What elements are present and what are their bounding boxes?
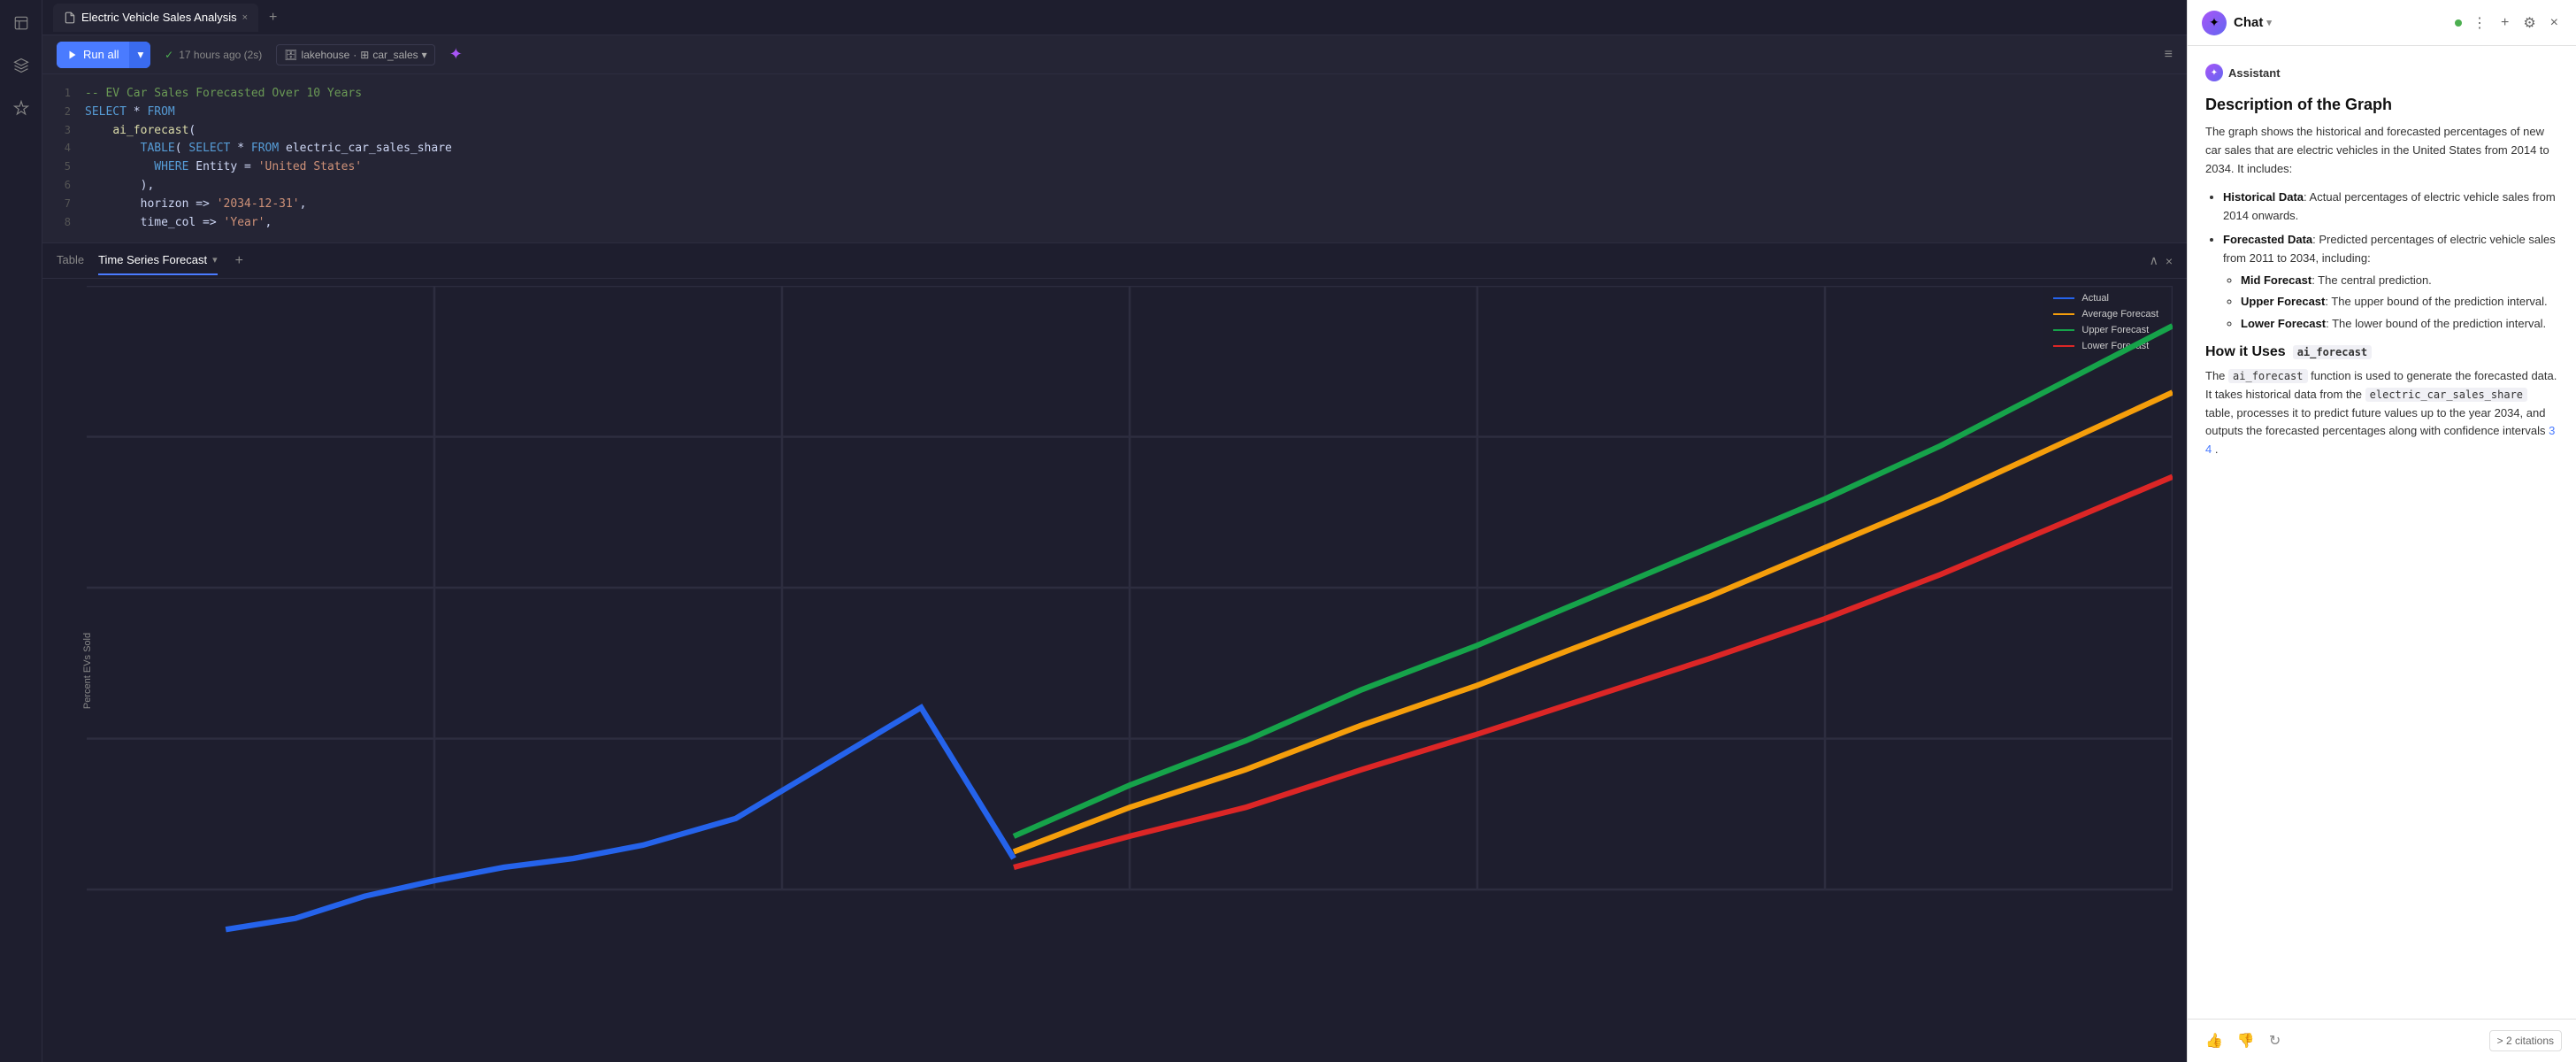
sparkle-button[interactable]: ✦ [449, 45, 463, 64]
chat-footer-left: 👍 👎 ↻ [2202, 1028, 2284, 1053]
toolbar-right: ≡ [2165, 47, 2173, 63]
code-line-1: 1 -- EV Car Sales Forecasted Over 10 Yea… [42, 85, 2187, 104]
tab-ev-analysis[interactable]: Electric Vehicle Sales Analysis × [53, 4, 258, 32]
output-panel: Table Time Series Forecast ▾ + ∧ × Perce… [42, 242, 2187, 1062]
assistant-badge-icon: ✦ [2205, 64, 2223, 81]
thumbs-up-btn[interactable]: 👍 [2202, 1028, 2227, 1053]
chart-area: Percent EVs Sold Actual Average Forecast… [42, 279, 2187, 1062]
table-label: car_sales [372, 49, 418, 61]
code-line-5: 5 WHERE Entity = 'United States' [42, 158, 2187, 177]
chat-settings-btn[interactable]: ⚙ [2519, 11, 2539, 35]
code-editor[interactable]: 1 -- EV Car Sales Forecasted Over 10 Yea… [42, 74, 2187, 242]
tab-time-series-forecast[interactable]: Time Series Forecast ▾ [98, 246, 218, 275]
list-item-forecasted: Forecasted Data: Predicted percentages o… [2223, 231, 2558, 334]
code-line-2: 2 SELECT * FROM [42, 104, 2187, 122]
chat-section1-text: The graph shows the historical and forec… [2205, 123, 2558, 178]
db-label: lakehouse [302, 49, 350, 61]
tab-add-btn[interactable]: + [262, 6, 284, 29]
chat-title: Chat [2234, 15, 2263, 30]
sublist-upper: Upper Forecast: The upper bound of the p… [2241, 293, 2558, 312]
assistant-badge-label: Assistant [2228, 66, 2281, 80]
db-icon: 🗄 [284, 49, 297, 61]
status-check: ✓ [165, 49, 173, 61]
chat-content[interactable]: ✦ Assistant Description of the Graph The… [2188, 46, 2576, 1019]
run-all-dropdown[interactable]: ▾ [129, 42, 150, 68]
main-content: Electric Vehicle Sales Analysis × + Run … [42, 0, 2187, 1062]
citation-4[interactable]: 4 [2205, 442, 2212, 456]
chat-header: ✦ Chat ▾ ⋮ + ⚙ × [2188, 0, 2576, 46]
chat-footer: 👍 👎 ↻ > 2 citations [2188, 1019, 2576, 1062]
chat-header-actions: ⋮ + ⚙ × [2455, 11, 2562, 35]
chat-more-btn[interactable]: ⋮ [2469, 11, 2490, 35]
run-all-button[interactable]: Run all ▾ [57, 42, 150, 68]
inline-ai-forecast: ai_forecast [2228, 369, 2307, 383]
chat-title-row: Chat ▾ [2234, 15, 2272, 30]
output-tab-add[interactable]: + [235, 253, 243, 269]
code-line-4: 4 TABLE( SELECT * FROM electric_car_sale… [42, 140, 2187, 158]
chat-section2-title: How it Uses ai_forecast [2205, 344, 2558, 360]
list-item-historical: Historical Data: Actual percentages of e… [2223, 189, 2558, 226]
tab-label: Electric Vehicle Sales Analysis [81, 11, 237, 24]
db-separator: · [353, 49, 356, 61]
lakehouse-selector[interactable]: 🗄 lakehouse · ⊞ car_sales ▾ [276, 44, 434, 65]
toolbar: Run all ▾ ✓ 17 hours ago (2s) 🗄 lakehous… [42, 35, 2187, 74]
sidebar-icon-layers[interactable] [9, 53, 34, 78]
citation-3[interactable]: 3 [2549, 424, 2555, 437]
chat-add-btn[interactable]: + [2497, 12, 2512, 35]
chat-panel: ✦ Chat ▾ ⋮ + ⚙ × ✦ Assistant Description… [2187, 0, 2576, 1062]
citations-button[interactable]: > 2 citations [2489, 1030, 2562, 1051]
menu-button[interactable]: ≡ [2165, 47, 2173, 62]
sidebar-icon-files[interactable] [9, 11, 34, 35]
chat-list1: Historical Data: Actual percentages of e… [2205, 189, 2558, 334]
sublist-lower: Lower Forecast: The lower bound of the p… [2241, 315, 2558, 334]
chat-logo-icon: ✦ [2202, 11, 2227, 35]
tab-dropdown-icon[interactable]: ▾ [212, 254, 218, 266]
table-icon: ⊞ [360, 49, 369, 61]
sidebar-icon-sparkle[interactable] [9, 96, 34, 120]
code-line-8: 8 time_col => 'Year', [42, 214, 2187, 233]
table-dropdown-icon: ▾ [422, 49, 427, 61]
code-line-3: 3 ai_forecast( [42, 122, 2187, 141]
run-all-main[interactable]: Run all [57, 42, 129, 68]
code-line-7: 7 horizon => '2034-12-31', [42, 196, 2187, 214]
chat-dropdown-icon[interactable]: ▾ [2266, 17, 2272, 28]
collapse-btn[interactable]: ∧ [2150, 253, 2158, 268]
inline-table-name: electric_car_sales_share [2365, 388, 2527, 402]
tab-close-btn[interactable]: × [242, 12, 248, 23]
chat-section2-text: The ai_forecast function is used to gene… [2205, 367, 2558, 459]
sidebar [0, 0, 42, 1062]
section2-inline-title-code: ai_forecast [2293, 345, 2372, 359]
close-output-btn[interactable]: × [2166, 254, 2173, 268]
code-line-6: 6 ), [42, 177, 2187, 196]
thumbs-down-btn[interactable]: 👎 [2234, 1028, 2258, 1053]
sublist-mid: Mid Forecast: The central prediction. [2241, 272, 2558, 290]
output-tabs: Table Time Series Forecast ▾ + ∧ × [42, 243, 2187, 279]
toolbar-meta: ✓ 17 hours ago (2s) [165, 49, 262, 61]
refresh-btn[interactable]: ↻ [2266, 1028, 2284, 1053]
status-indicator [2455, 19, 2462, 27]
citations-label: > 2 citations [2497, 1035, 2554, 1047]
chat-section1-title: Description of the Graph [2205, 96, 2558, 114]
chat-sub-list: Mid Forecast: The central prediction. Up… [2223, 272, 2558, 334]
chart-svg-wrapper: 5 10 15 20 25 [87, 286, 2173, 1041]
tab-table[interactable]: Table [57, 246, 84, 275]
chart-svg: 5 10 15 20 25 [87, 286, 2173, 1041]
tab-bar: Electric Vehicle Sales Analysis × + [42, 0, 2187, 35]
chat-close-btn[interactable]: × [2547, 12, 2562, 35]
run-time: 17 hours ago (2s) [179, 49, 262, 61]
output-tab-actions: ∧ × [2150, 253, 2173, 268]
assistant-badge: ✦ Assistant [2205, 64, 2558, 81]
